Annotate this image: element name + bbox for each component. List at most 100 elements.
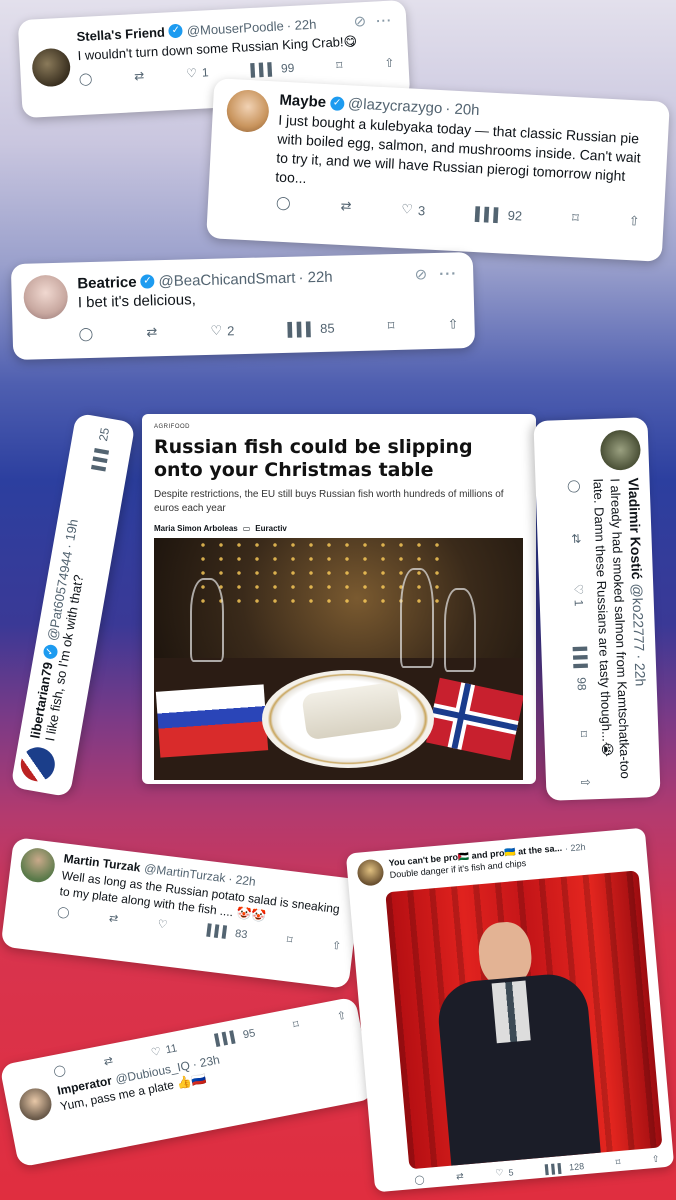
repost-button[interactable]: ⇄ bbox=[146, 324, 157, 340]
reply-button[interactable]: ◯ bbox=[567, 479, 581, 493]
reply-button[interactable]: ◯ bbox=[56, 905, 70, 919]
view-count: 98 bbox=[574, 676, 589, 691]
views-button[interactable]: ▌▌▌ 128 bbox=[545, 1161, 585, 1174]
reply-icon: ◯ bbox=[56, 905, 71, 920]
like-button[interactable]: ♡ 2 bbox=[210, 322, 234, 339]
article-author[interactable]: Maria Simon Arboleas bbox=[154, 524, 238, 533]
reply-button[interactable]: ◯ bbox=[78, 326, 93, 342]
bookmark-button[interactable]: ⌑ bbox=[576, 731, 590, 738]
timestamp[interactable]: · 22h bbox=[228, 872, 257, 889]
views-button[interactable]: ▌▌▌ 98 bbox=[573, 646, 589, 690]
like-button[interactable]: ♡ bbox=[157, 917, 168, 931]
bookmark-icon: ⌑ bbox=[615, 1156, 621, 1168]
tweet-card-imperator[interactable]: ◯ ⇄ ♡ 11 ▌▌▌ 95 ⌑ ⇧ Imperator @Dubious_IQ … bbox=[0, 996, 375, 1168]
share-button[interactable]: ⇧ bbox=[652, 1154, 660, 1166]
views-button[interactable]: ▌▌▌ 99 bbox=[250, 61, 295, 77]
tweet-card-martin[interactable]: Martin Turzak @MartinTurzak · 22h Well a… bbox=[0, 837, 362, 989]
article-photo[interactable] bbox=[154, 538, 523, 780]
share-button[interactable]: ⇧ bbox=[628, 213, 640, 230]
bookmark-button[interactable]: ⌑ bbox=[388, 318, 395, 334]
wine-glass bbox=[444, 588, 476, 672]
author-name[interactable]: Stella's Friend bbox=[76, 24, 165, 44]
timestamp[interactable]: · 20h bbox=[445, 100, 480, 119]
reply-button[interactable]: ◯ bbox=[79, 71, 93, 86]
article-title[interactable]: Russian fish could be slipping onto your… bbox=[154, 436, 524, 482]
author-handle[interactable]: @BeaChicandSmart bbox=[158, 269, 295, 290]
views-button[interactable]: ▌▌▌ 85 bbox=[287, 320, 334, 336]
author-name[interactable]: Beatrice bbox=[77, 273, 137, 292]
share-button[interactable]: ⇧ bbox=[578, 777, 592, 788]
share-button[interactable]: ⇧ bbox=[331, 939, 342, 953]
avatar[interactable] bbox=[225, 88, 270, 134]
like-count: 1 bbox=[201, 65, 209, 80]
like-button[interactable]: ♡ 11 bbox=[150, 1041, 178, 1059]
bookmark-icon: ⌑ bbox=[292, 1018, 301, 1032]
more-icon[interactable]: ··· bbox=[376, 12, 393, 28]
like-button[interactable]: ♡ 5 bbox=[495, 1166, 514, 1179]
avatar[interactable] bbox=[23, 274, 69, 320]
reply-button[interactable]: ◯ bbox=[52, 1063, 67, 1078]
heart-icon: ♡ bbox=[156, 918, 169, 932]
bookmark-button[interactable]: ⌑ bbox=[615, 1157, 621, 1168]
share-button[interactable]: ⇧ bbox=[447, 316, 458, 332]
bookmark-button[interactable]: ⌑ bbox=[286, 933, 293, 947]
tweet-card-maybe[interactable]: Maybe ✓ @lazycrazygo · 20h I just bought… bbox=[206, 78, 670, 262]
views-button[interactable]: ▌▌▌ 83 bbox=[206, 924, 248, 941]
timestamp[interactable]: · 22h bbox=[298, 268, 333, 286]
heart-icon: ♡ bbox=[150, 1045, 163, 1060]
bookmark-button[interactable]: ⌑ bbox=[292, 1018, 300, 1032]
like-count: 11 bbox=[164, 1041, 179, 1056]
author-name[interactable]: Vladimir Kostić bbox=[625, 477, 645, 579]
like-button[interactable]: ♡ 1 bbox=[571, 584, 586, 607]
share-icon: ⇧ bbox=[335, 1009, 348, 1024]
author-handle[interactable]: @MouserPoodle bbox=[186, 18, 284, 38]
views-icon: ▌▌▌ bbox=[90, 443, 109, 472]
tweet-card-vladimir[interactable]: Vladimir Kostić @ko22777 · 22h I already… bbox=[533, 417, 661, 801]
timestamp[interactable]: · 22h bbox=[632, 654, 649, 686]
author-handle[interactable]: @lazycrazygo bbox=[348, 95, 443, 117]
repost-button[interactable]: ⇄ bbox=[456, 1171, 464, 1183]
repost-button[interactable]: ⇄ bbox=[569, 533, 583, 544]
timestamp[interactable]: · 22h bbox=[286, 16, 316, 33]
grok-icon[interactable]: ⊘ bbox=[414, 265, 427, 283]
views-icon: ▌▌▌ bbox=[287, 320, 316, 337]
bookmark-button[interactable]: ⌑ bbox=[336, 58, 343, 72]
bookmark-button[interactable]: ⌑ bbox=[572, 210, 579, 226]
repost-button[interactable]: ⇄ bbox=[108, 911, 119, 925]
share-button[interactable]: ⇧ bbox=[384, 56, 395, 71]
tweet-card-libertarian[interactable]: libertarian79 ✓ @Pat60574944 · 19h I lik… bbox=[10, 412, 136, 798]
tweet-card-beatrice[interactable]: Beatrice ✓ @BeaChicandSmart · 22h ⊘ ··· … bbox=[10, 251, 476, 361]
repost-icon: ⇄ bbox=[133, 68, 145, 84]
reply-icon: ◯ bbox=[275, 194, 292, 211]
avatar[interactable] bbox=[16, 1085, 55, 1124]
avatar[interactable] bbox=[599, 429, 642, 471]
timestamp[interactable]: · 22h bbox=[565, 841, 586, 853]
views-button[interactable]: ▌▌▌ 95 bbox=[214, 1027, 256, 1047]
repost-button[interactable]: ⇄ bbox=[340, 198, 352, 215]
reply-button[interactable]: ◯ bbox=[414, 1174, 425, 1186]
like-count: 1 bbox=[571, 599, 586, 607]
tweet-card-cantbe[interactable]: You can't be pro🇵🇸 and pro🇺🇦 at the sa..… bbox=[345, 827, 675, 1193]
reply-button[interactable]: ◯ bbox=[276, 195, 291, 212]
share-icon: ⇧ bbox=[447, 316, 459, 332]
like-button[interactable]: ♡ 1 bbox=[186, 65, 209, 80]
avatar[interactable] bbox=[18, 744, 58, 785]
article-card[interactable]: AGRIFOOD Russian fish could be slipping … bbox=[142, 414, 536, 784]
views-button[interactable]: ▌▌▌ 92 bbox=[475, 206, 523, 223]
avatar[interactable] bbox=[356, 858, 385, 887]
bookmark-icon: ⌑ bbox=[286, 934, 294, 947]
author-name[interactable]: Maybe bbox=[279, 92, 327, 111]
avatar[interactable] bbox=[18, 846, 57, 885]
repost-button[interactable]: ⇄ bbox=[103, 1054, 114, 1069]
like-count: 3 bbox=[417, 202, 426, 218]
share-button[interactable]: ⇧ bbox=[335, 1009, 348, 1024]
more-icon[interactable]: ··· bbox=[439, 265, 457, 282]
repost-button[interactable]: ⇄ bbox=[134, 69, 145, 84]
author-handle[interactable]: @ko22777 bbox=[629, 583, 647, 651]
verified-badge-icon: ✓ bbox=[140, 274, 155, 289]
like-button[interactable]: ♡ 3 bbox=[401, 201, 426, 218]
tweet-photo[interactable] bbox=[385, 870, 663, 1170]
article-outlet[interactable]: Euractiv bbox=[255, 524, 287, 533]
grok-icon[interactable]: ⊘ bbox=[353, 12, 366, 31]
view-count: 92 bbox=[507, 207, 523, 223]
